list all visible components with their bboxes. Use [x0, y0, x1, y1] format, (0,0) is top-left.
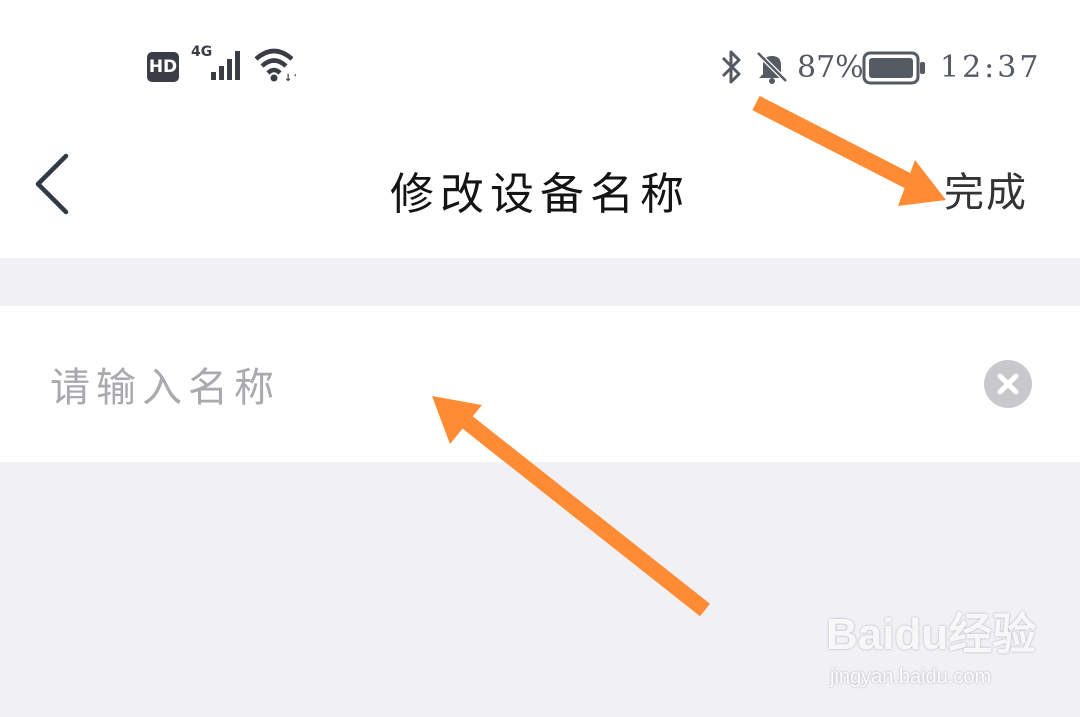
wifi-icon: ↓↑	[254, 48, 296, 83]
signal-icon	[211, 51, 240, 80]
back-button[interactable]	[30, 152, 80, 216]
watermark-url: jingyan.baidu.com	[830, 666, 992, 688]
chevron-left-icon	[35, 153, 69, 215]
bluetooth-icon	[721, 50, 741, 84]
bell-muted-icon	[756, 51, 788, 84]
close-circle-icon	[997, 373, 1019, 395]
watermark-logo: Baidu经验	[826, 610, 1037, 659]
clock: 12:37	[940, 50, 1042, 85]
svg-text:↓↑: ↓↑	[284, 73, 296, 83]
clear-button[interactable]	[984, 360, 1032, 408]
done-button[interactable]: 完成	[944, 160, 1028, 218]
status-bar: HD 4G ↓↑ 87% 12:37	[0, 0, 1080, 130]
hd-badge: HD	[147, 52, 179, 82]
section-divider	[0, 258, 1080, 306]
battery-percent: 87%	[797, 50, 864, 85]
name-input[interactable]	[50, 350, 930, 426]
page-title: 修改设备名称	[390, 169, 690, 220]
battery-icon	[862, 51, 925, 85]
